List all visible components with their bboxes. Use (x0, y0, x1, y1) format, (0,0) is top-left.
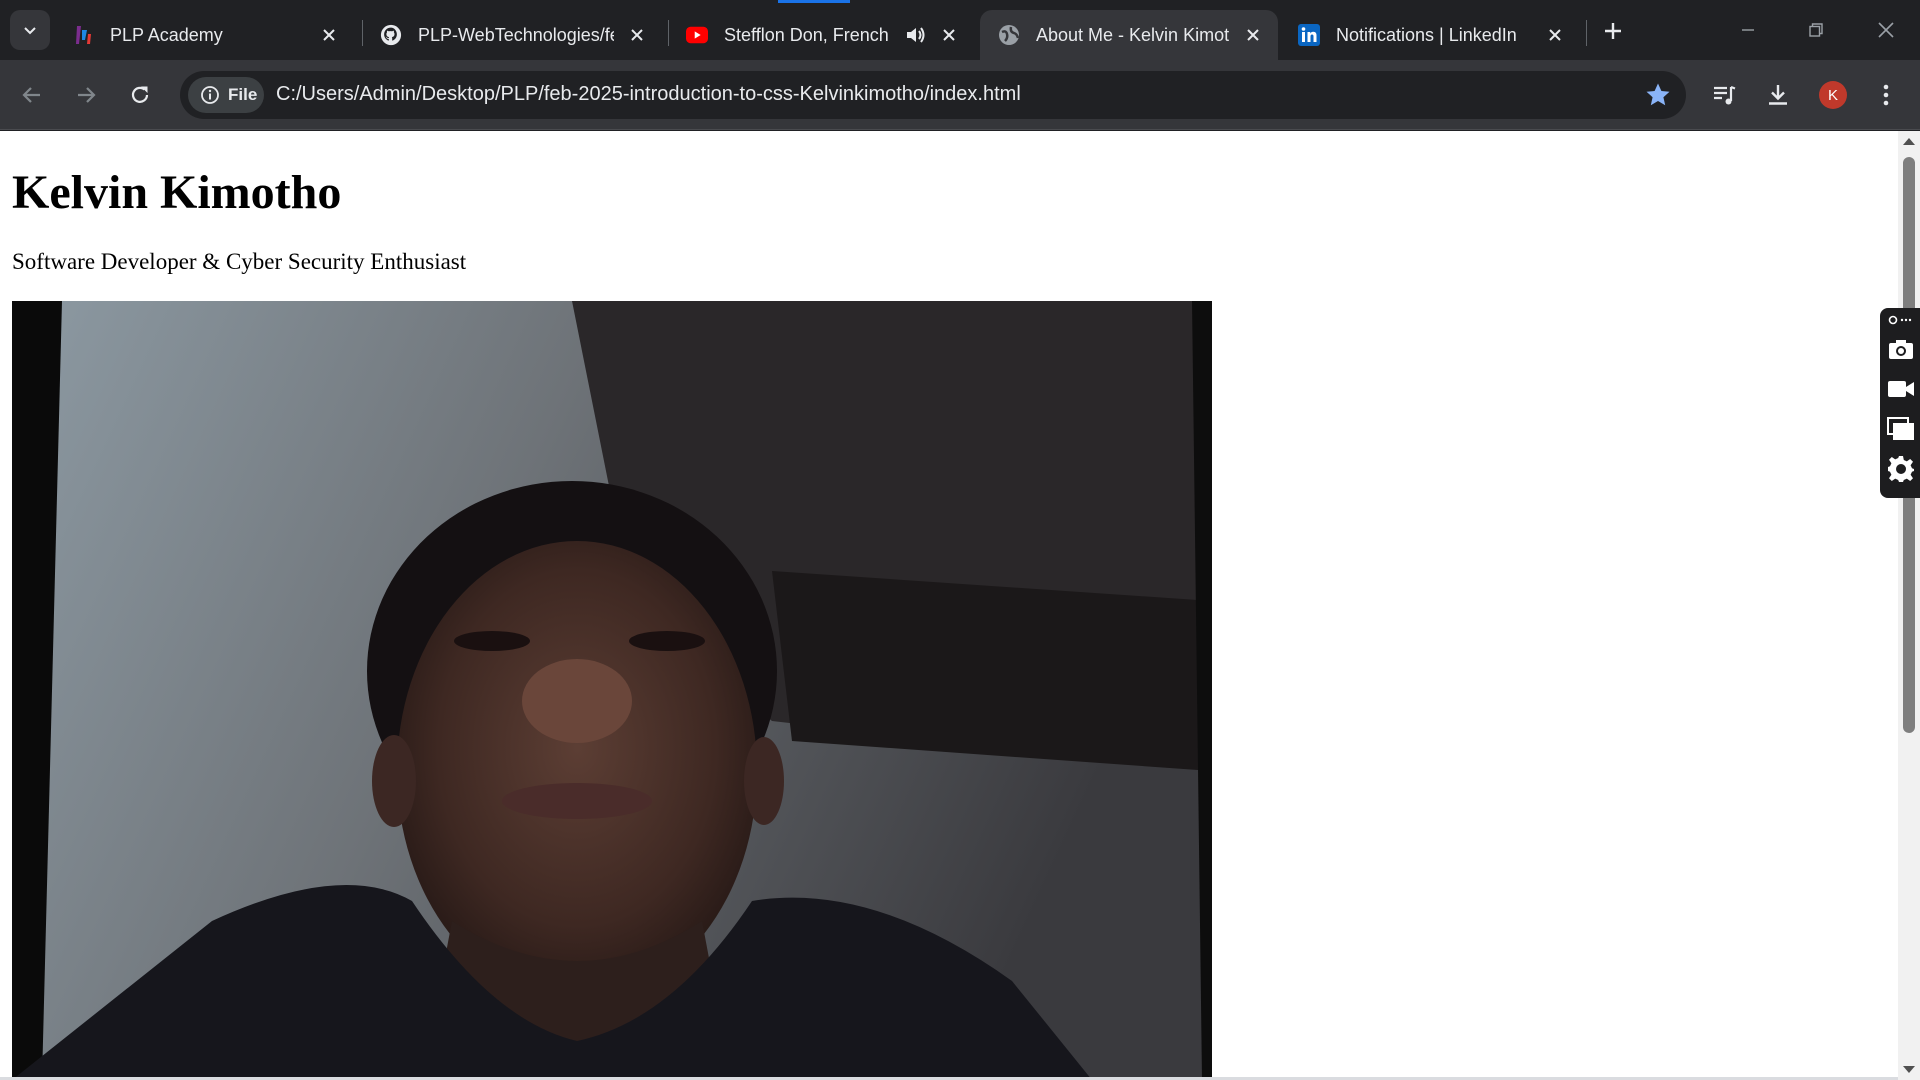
close-icon[interactable] (938, 24, 960, 46)
minimize-button[interactable] (1720, 6, 1776, 54)
browser-menu-button[interactable] (1868, 77, 1904, 113)
site-info-chip[interactable]: File (188, 77, 264, 113)
youtube-favicon (686, 24, 708, 46)
download-icon (1769, 85, 1787, 105)
tab-youtube[interactable]: Stefflon Don, French (668, 10, 974, 60)
video-icon (1888, 381, 1914, 397)
close-icon (1878, 22, 1894, 38)
plp-academy-favicon (72, 24, 94, 46)
back-button[interactable] (12, 75, 52, 115)
pin-icon (1888, 315, 1912, 325)
speaker-icon[interactable] (904, 24, 926, 46)
reload-icon (131, 86, 149, 103)
close-icon[interactable] (1544, 24, 1566, 46)
page-subtitle: Software Developer & Cyber Security Enth… (12, 249, 467, 274)
plus-icon (1605, 23, 1621, 39)
scroll-up-arrow-icon[interactable] (1902, 135, 1916, 147)
screen-capture-widget (1880, 308, 1920, 498)
info-icon (201, 86, 219, 104)
chevron-down-icon (24, 27, 36, 35)
star-icon (1646, 83, 1670, 106)
tab-about-me[interactable]: About Me - Kelvin Kimot (980, 10, 1278, 60)
restore-icon (1809, 23, 1823, 37)
tab-strip: PLP Academy PLP-WebTechnologies/fe Steff… (0, 0, 1920, 60)
restore-button[interactable] (1788, 6, 1844, 54)
tab-github[interactable]: PLP-WebTechnologies/fe (362, 10, 662, 60)
widget-settings-button[interactable] (1886, 454, 1916, 484)
linkedin-favicon (1298, 24, 1320, 46)
camera-icon (1889, 340, 1913, 359)
tab-title: Stefflon Don, French (724, 24, 889, 45)
close-icon[interactable] (1242, 24, 1264, 46)
url-text[interactable]: C:/Users/Admin/Desktop/PLP/feb-2025-intr… (276, 83, 1021, 106)
forward-button[interactable] (66, 75, 106, 115)
site-chip-label: File (228, 85, 258, 104)
browser-toolbar: File C:/Users/Admin/Desktop/PLP/feb-2025… (0, 60, 1920, 130)
scroll-down-arrow-icon[interactable] (1902, 1064, 1916, 1076)
close-window-button[interactable] (1858, 6, 1914, 54)
tab-title: PLP Academy (110, 24, 223, 45)
downloads-button[interactable] (1760, 77, 1796, 113)
vertical-scrollbar[interactable] (1898, 131, 1920, 1080)
tab-linkedin[interactable]: Notifications | LinkedIn (1280, 10, 1580, 60)
gear-icon (1888, 456, 1914, 482)
playlist-music-icon (1714, 85, 1736, 105)
tab-title: PLP-WebTechnologies/fe (418, 24, 614, 45)
tab-loading-indicator (778, 0, 850, 3)
github-favicon (380, 24, 402, 46)
bookmark-star-button[interactable] (1644, 81, 1672, 109)
minimize-icon (1742, 29, 1754, 31)
close-icon[interactable] (318, 24, 340, 46)
profile-photo (12, 301, 1212, 1080)
address-bar[interactable]: File C:/Users/Admin/Desktop/PLP/feb-2025… (180, 71, 1686, 119)
media-controls-button[interactable] (1706, 77, 1742, 113)
arrow-left-icon (22, 87, 40, 103)
screens-icon (1887, 417, 1914, 440)
tab-separator (1586, 20, 1587, 46)
widget-handle[interactable] (1886, 310, 1916, 330)
tab-search-button[interactable] (10, 10, 50, 50)
capture-screens-button[interactable] (1886, 414, 1916, 444)
close-icon[interactable] (626, 24, 648, 46)
more-vertical-icon (1883, 84, 1889, 106)
reload-button[interactable] (120, 75, 160, 115)
tab-plp-academy[interactable]: PLP Academy (54, 10, 354, 60)
page-viewport: Kelvin Kimotho Software Developer & Cybe… (0, 131, 1898, 1080)
page-heading: Kelvin Kimotho (12, 166, 342, 219)
profile-avatar[interactable]: K (1819, 81, 1847, 109)
tab-title: Notifications | LinkedIn (1336, 24, 1517, 45)
new-tab-button[interactable] (1596, 14, 1630, 48)
record-video-button[interactable] (1886, 374, 1916, 404)
tab-title: About Me - Kelvin Kimot (1036, 24, 1230, 45)
arrow-right-icon (78, 87, 96, 103)
screenshot-button[interactable] (1886, 334, 1916, 364)
globe-favicon (998, 24, 1020, 46)
